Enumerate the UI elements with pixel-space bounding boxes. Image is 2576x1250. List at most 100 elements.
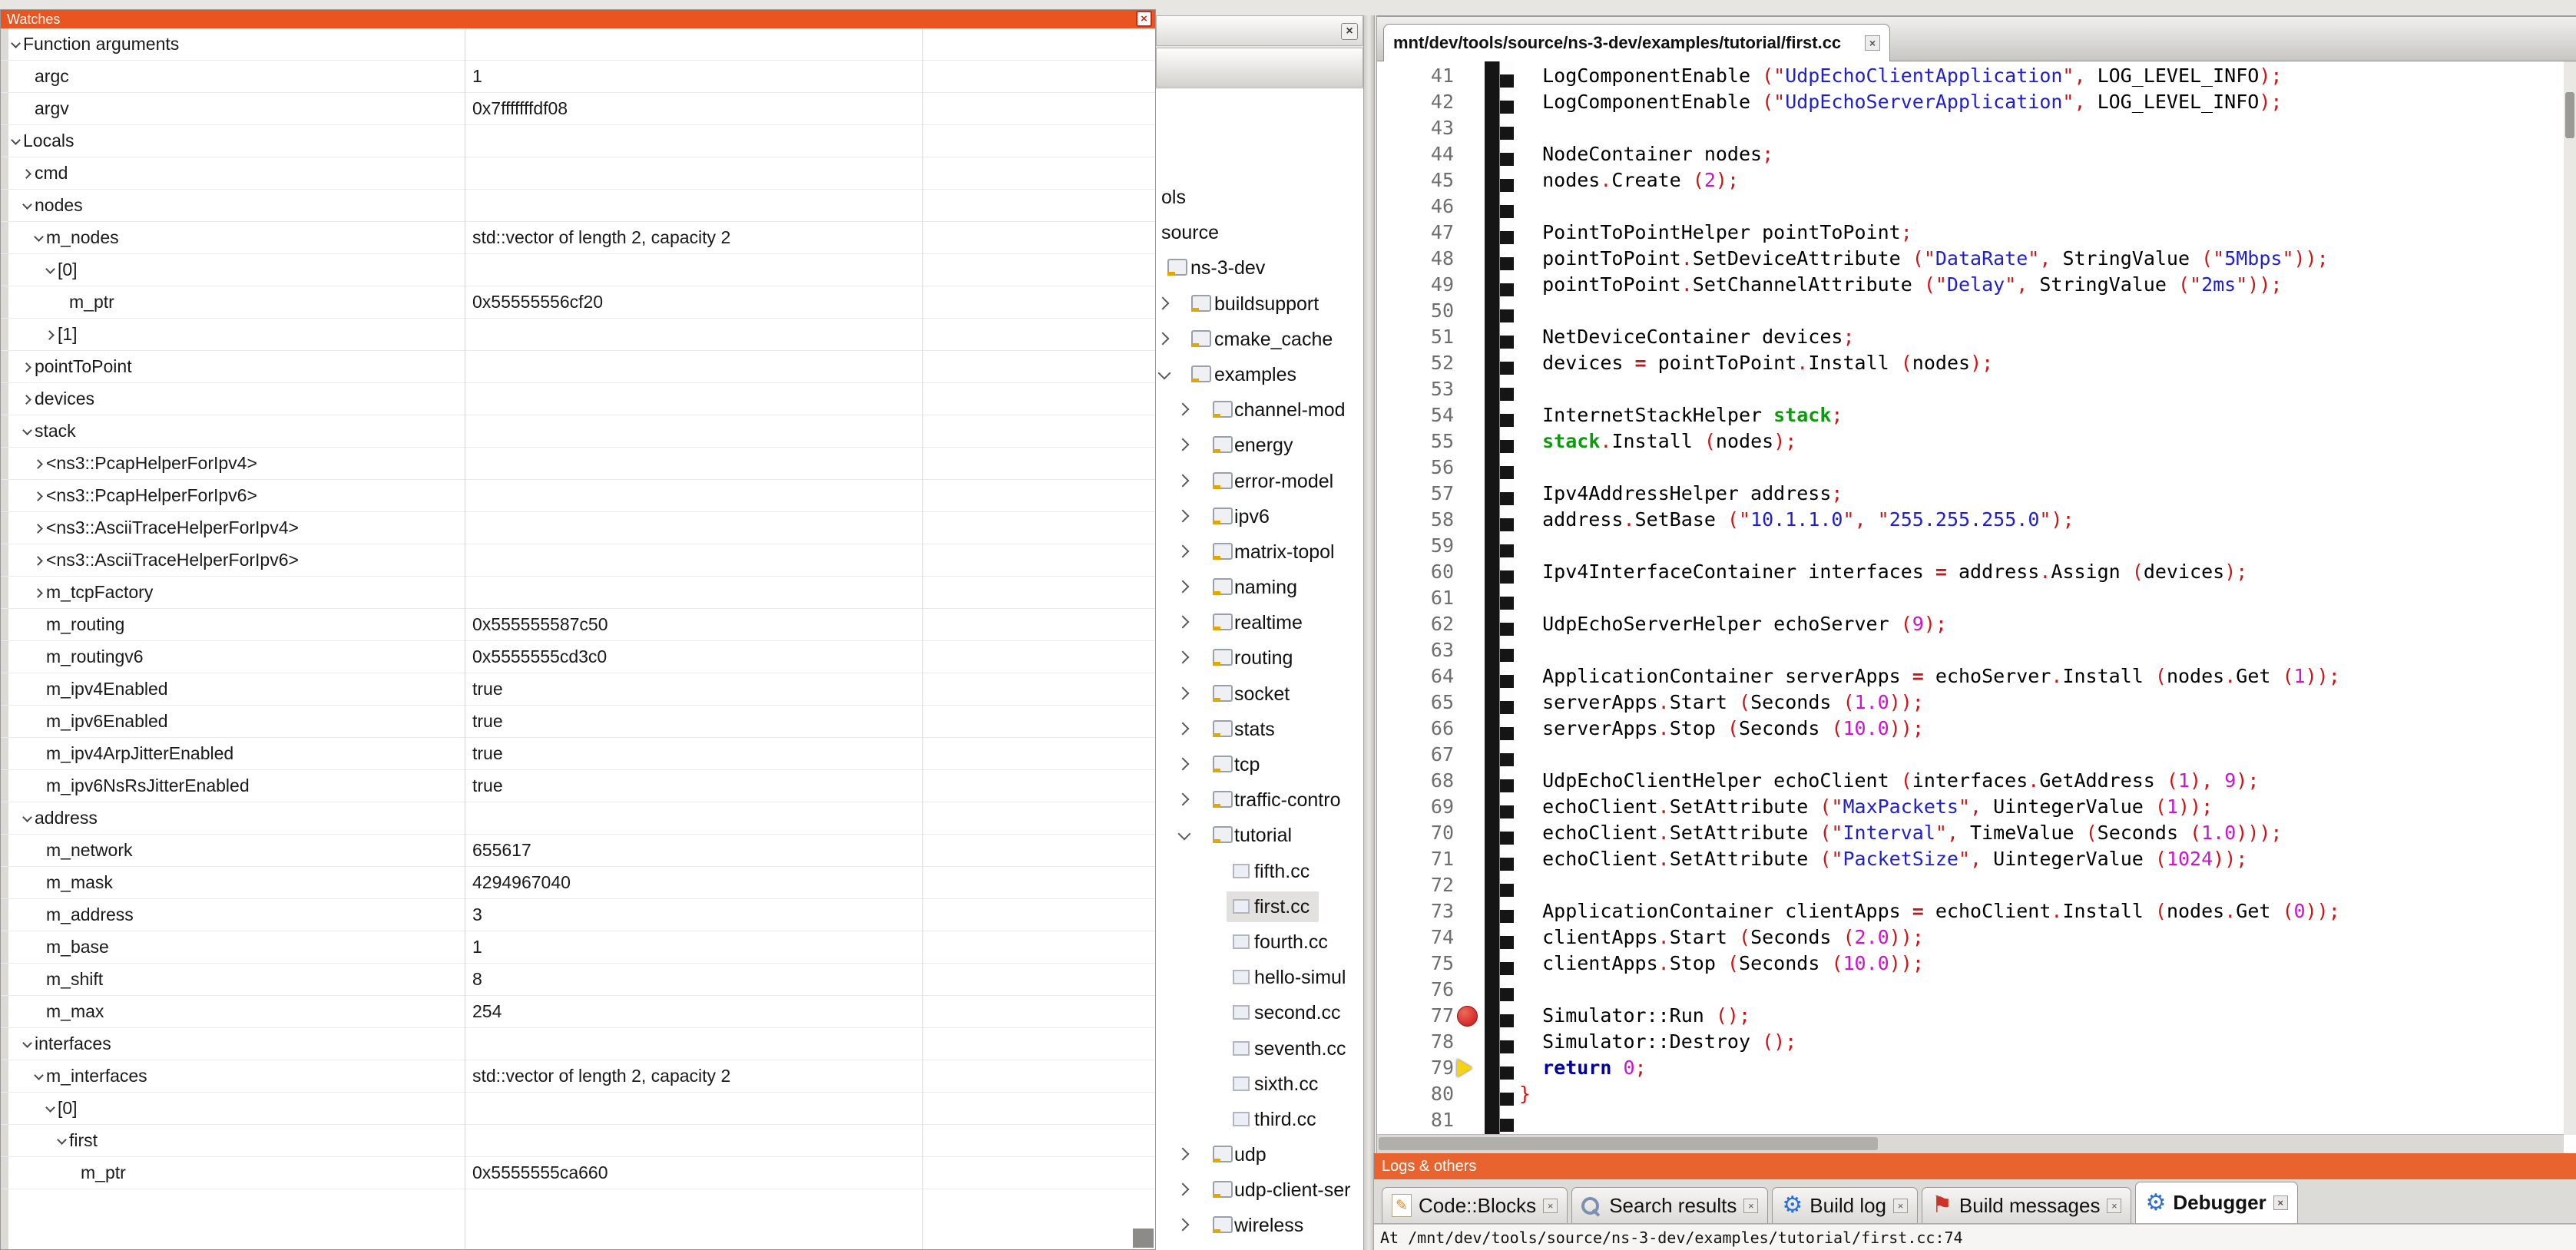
watch-row[interactable]: <ns3::AsciiTraceHelperForIpv6> (1, 544, 1155, 577)
watch-row[interactable]: m_ipv6NsRsJitterEnabledtrue (1, 770, 1155, 802)
chevron-right-icon[interactable] (1177, 722, 1191, 736)
line-number[interactable]: 70 (1377, 820, 1454, 846)
line-number[interactable]: 72 (1377, 872, 1454, 898)
chevron-right-icon[interactable] (1177, 686, 1191, 700)
close-icon[interactable]: × (1743, 1199, 1758, 1213)
watch-row[interactable]: [0] (1, 1093, 1155, 1125)
watch-row[interactable]: argv0x7fffffffdf08 (1, 93, 1155, 125)
close-icon[interactable]: × (1543, 1199, 1558, 1213)
logs-tab-debugger[interactable]: ⚙Debugger× (2135, 1182, 2297, 1223)
line-number[interactable]: 55 (1377, 428, 1454, 455)
chevron-right-icon[interactable] (1177, 1218, 1191, 1232)
chevron-down-icon[interactable] (1177, 828, 1191, 842)
chevron-down-icon[interactable] (58, 1136, 67, 1146)
tree-item-seventh-cc[interactable]: seventh.cc (1156, 1031, 1363, 1066)
logs-tab-search-results[interactable]: Search results× (1571, 1187, 1768, 1223)
line-number[interactable]: 67 (1377, 742, 1454, 768)
line-number[interactable]: 75 (1377, 951, 1454, 977)
chevron-down-icon[interactable] (23, 814, 32, 823)
watch-row[interactable]: Function arguments (1, 28, 1155, 61)
close-icon[interactable]: × (2273, 1195, 2288, 1210)
chevron-down-icon[interactable] (23, 201, 32, 210)
watches-resize-grip[interactable] (1133, 1229, 1154, 1248)
line-number[interactable]: 48 (1377, 246, 1454, 272)
logs-panel-titlebar[interactable]: Logs & others (1374, 1153, 2576, 1179)
close-icon[interactable]: × (2107, 1199, 2121, 1213)
chevron-right-icon[interactable] (46, 330, 55, 339)
line-number[interactable]: 60 (1377, 559, 1454, 585)
watch-row[interactable]: m_routingv60x5555555cd3c0 (1, 641, 1155, 673)
tree-item-channel-mod[interactable]: channel-mod (1156, 392, 1363, 428)
editor-tab-first-cc[interactable]: mnt/dev/tools/source/ns-3-dev/examples/t… (1383, 24, 1890, 61)
chevron-right-icon[interactable] (1177, 544, 1191, 558)
tree-item-tutorial[interactable]: tutorial (1156, 818, 1363, 853)
watch-row[interactable]: nodes (1, 190, 1155, 222)
chevron-right-icon[interactable] (35, 459, 44, 468)
watch-row[interactable]: m_shift8 (1, 964, 1155, 996)
watch-row[interactable]: m_ipv6Enabledtrue (1, 706, 1155, 738)
editor-hscrollbar[interactable] (1377, 1134, 2564, 1153)
line-number[interactable]: 74 (1377, 924, 1454, 951)
logs-tab-build-log[interactable]: ⚙Build log× (1772, 1187, 1918, 1223)
watch-row[interactable]: argc1 (1, 61, 1155, 93)
tree-item-naming[interactable]: naming (1156, 570, 1363, 605)
chevron-down-icon[interactable] (46, 266, 55, 275)
line-number[interactable]: 50 (1377, 298, 1454, 324)
line-number[interactable]: 53 (1377, 376, 1454, 402)
watch-row[interactable]: m_network655617 (1, 835, 1155, 867)
watch-row[interactable]: <ns3::PcapHelperForIpv4> (1, 448, 1155, 480)
tree-item-routing[interactable]: routing (1156, 640, 1363, 676)
tree-item-error-model[interactable]: error-model (1156, 464, 1363, 499)
line-number[interactable]: 59 (1377, 533, 1454, 559)
chevron-right-icon[interactable] (1177, 474, 1191, 488)
tree-item-stats[interactable]: stats (1156, 712, 1363, 747)
line-number[interactable]: 45 (1377, 167, 1454, 193)
watch-row[interactable]: [1] (1, 319, 1155, 351)
line-number[interactable]: 46 (1377, 193, 1454, 220)
tree-item-first-cc[interactable]: first.cc (1156, 889, 1363, 924)
tree-item-udp[interactable]: udp (1156, 1137, 1363, 1172)
chevron-right-icon[interactable] (1177, 1147, 1191, 1161)
watch-row[interactable]: m_ipv4Enabledtrue (1, 673, 1155, 706)
line-number[interactable]: 68 (1377, 768, 1454, 794)
watch-row[interactable]: m_nodesstd::vector of length 2, capacity… (1, 222, 1155, 254)
chevron-right-icon[interactable] (1157, 296, 1171, 310)
chevron-down-icon[interactable] (1157, 367, 1171, 381)
close-icon[interactable]: × (1136, 11, 1152, 27)
watch-row[interactable]: [0] (1, 254, 1155, 286)
line-number[interactable]: 64 (1377, 663, 1454, 689)
tree-item-ipv6[interactable]: ipv6 (1156, 499, 1363, 534)
tree-item-ols[interactable]: ols (1156, 180, 1363, 215)
chevron-right-icon[interactable] (1177, 792, 1191, 806)
tree-item-ns-3-dev[interactable]: ns-3-dev (1156, 250, 1363, 286)
editor-code-area[interactable]: 41 LogComponentEnable ("UdpEchoClientApp… (1377, 61, 2564, 1135)
chevron-right-icon[interactable] (1177, 650, 1191, 664)
tree-item-second-cc[interactable]: second.cc (1156, 995, 1363, 1030)
line-number[interactable]: 49 (1377, 272, 1454, 298)
panel-splitter[interactable] (1363, 15, 1375, 1250)
watch-row[interactable]: devices (1, 383, 1155, 415)
tree-item-tcp[interactable]: tcp (1156, 747, 1363, 782)
watch-row[interactable]: m_address3 (1, 899, 1155, 931)
chevron-right-icon[interactable] (1177, 580, 1191, 594)
logs-tab-code-blocks[interactable]: ✎Code::Blocks× (1382, 1187, 1568, 1223)
watch-row[interactable]: m_interfacesstd::vector of length 2, cap… (1, 1060, 1155, 1093)
line-number[interactable]: 69 (1377, 794, 1454, 820)
tree-item-energy[interactable]: energy (1156, 428, 1363, 463)
chevron-down-icon[interactable] (23, 427, 32, 436)
editor-hscrollbar-thumb[interactable] (1379, 1137, 1878, 1150)
chevron-right-icon[interactable] (35, 491, 44, 501)
chevron-right-icon[interactable] (1157, 332, 1171, 346)
line-number[interactable]: 58 (1377, 507, 1454, 533)
chevron-right-icon[interactable] (1177, 438, 1191, 451)
editor-vscrollbar-thumb[interactable] (2565, 92, 2574, 138)
line-number[interactable]: 77 (1377, 1003, 1454, 1029)
line-number[interactable]: 57 (1377, 481, 1454, 507)
tree-item-fifth-cc[interactable]: fifth.cc (1156, 854, 1363, 889)
watch-row[interactable]: interfaces (1, 1028, 1155, 1060)
tree-item-cmake-cache[interactable]: cmake_cache (1156, 322, 1363, 357)
watch-row[interactable]: stack (1, 415, 1155, 448)
line-number[interactable]: 41 (1377, 63, 1454, 89)
line-number[interactable]: 79 (1377, 1055, 1454, 1081)
line-number[interactable]: 62 (1377, 611, 1454, 637)
